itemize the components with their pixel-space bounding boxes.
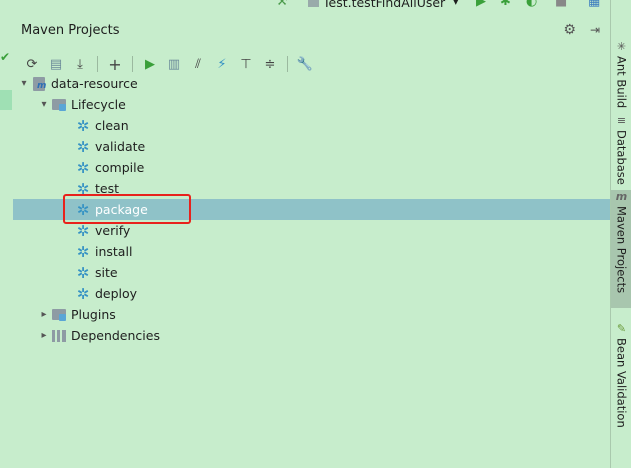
gear-icon: ✲ (76, 242, 90, 261)
lifecycle-item-label: verify (95, 223, 131, 238)
tab-maven-projects-label: Maven Projects (614, 206, 629, 294)
settings-wrench-icon[interactable]: 🔧 (294, 53, 316, 75)
chevron-down-icon[interactable]: ▾ (37, 99, 51, 110)
generate-sources-icon[interactable]: ▤ (45, 53, 67, 75)
lifecycle-item-label: deploy (95, 286, 138, 301)
chevron-down-icon[interactable]: ▾ (17, 78, 31, 89)
lifecycle-item-clean[interactable]: ✲ clean (13, 115, 610, 136)
run-toolbar: ⚒ Test.testFindAllUser ▾ ▶ ✱ ◐ ■ ▦ (0, 0, 631, 10)
coverage-icon[interactable]: ◐ (526, 0, 537, 10)
stop-icon[interactable]: ■ (555, 0, 567, 10)
ant-icon: ✳ (616, 40, 627, 53)
gear-icon: ✲ (76, 116, 90, 135)
tab-database[interactable]: ≡ Database (611, 114, 631, 185)
tree-row-plugins[interactable]: ▸ Plugins (13, 304, 610, 325)
lifecycle-item-package[interactable]: ✲ package (13, 199, 610, 220)
tab-ant-build-label: Ant Build (614, 56, 629, 109)
run-config-selector[interactable]: Test.testFindAllUser ▾ (308, 0, 458, 10)
chevron-right-icon[interactable]: ▸ (37, 330, 51, 341)
dependencies-icon (51, 328, 67, 344)
right-tool-strip: ✳ Ant Build ≡ Database m Maven Projects … (610, 0, 631, 468)
run-goal-icon[interactable]: ▶ (139, 53, 161, 75)
folder-icon (51, 97, 67, 113)
execute-goal-icon[interactable]: ▥ (163, 53, 185, 75)
run-config-icon (308, 0, 319, 7)
bean-icon: ✎ (616, 322, 627, 335)
skip-tests-icon[interactable]: ⚡ (211, 53, 233, 75)
run-config-label: Test.testFindAllUser (323, 0, 446, 10)
chevron-right-icon[interactable]: ▸ (37, 309, 51, 320)
tab-database-label: Database (614, 130, 629, 185)
lifecycle-item-verify[interactable]: ✲ verify (13, 220, 610, 241)
gear-icon: ✲ (76, 158, 90, 177)
hammer-icon[interactable]: ⚒ (276, 0, 288, 10)
toggle-offline-icon[interactable]: ⫽ (187, 53, 209, 75)
plugins-label: Plugins (71, 307, 116, 322)
gear-icon: ✲ (76, 221, 90, 240)
tab-ant-build[interactable]: ✳ Ant Build (611, 40, 631, 108)
chevron-down-icon: ▾ (453, 0, 459, 8)
lifecycle-item-label: validate (95, 139, 146, 154)
gear-icon: ✲ (76, 284, 90, 303)
gear-icon: ✲ (76, 137, 90, 156)
reimport-icon[interactable]: ⟳ (21, 53, 43, 75)
maven-tree: ▾ data-resource ▾ Lifecycle ✲ clean ✲ va… (13, 73, 610, 346)
maven-projects-panel: Maven Projects ⚙ ⇥ ⟳ ▤ ⤓ + ▶ ▥ ⫽ ⚡ ⊤ ≑ 🔧… (13, 10, 610, 468)
gear-icon: ✲ (76, 263, 90, 282)
settings-gear-icon[interactable]: ⚙ (563, 22, 576, 38)
tab-bean-validation[interactable]: ✎ Bean Validation (611, 322, 631, 428)
lifecycle-item-label: install (95, 244, 133, 259)
lifecycle-item-label: clean (95, 118, 129, 133)
lifecycle-item-label: site (95, 265, 118, 280)
debug-icon[interactable]: ✱ (500, 0, 511, 10)
project-structure-icon[interactable]: ▦ (588, 0, 600, 10)
folder-icon (51, 307, 67, 323)
download-icon[interactable]: ⤓ (69, 53, 91, 75)
run-icon[interactable]: ▶ (476, 0, 486, 10)
lifecycle-item-deploy[interactable]: ✲ deploy (13, 283, 610, 304)
lifecycle-label: Lifecycle (71, 97, 126, 112)
lifecycle-item-label: package (95, 202, 148, 217)
hide-panel-icon[interactable]: ⇥ (590, 23, 600, 37)
tab-bean-validation-label: Bean Validation (614, 338, 629, 428)
tab-maven-projects[interactable]: m Maven Projects (611, 190, 631, 308)
tree-row-lifecycle[interactable]: ▾ Lifecycle (13, 94, 610, 115)
database-icon: ≡ (616, 114, 627, 127)
maven-m-icon: m (615, 190, 628, 203)
lifecycle-item-validate[interactable]: ✲ validate (13, 136, 610, 157)
lifecycle-item-test[interactable]: ✲ test (13, 178, 610, 199)
lifecycle-item-install[interactable]: ✲ install (13, 241, 610, 262)
lifecycle-item-label: compile (95, 160, 145, 175)
project-label: data-resource (51, 76, 138, 91)
lifecycle-item-compile[interactable]: ✲ compile (13, 157, 610, 178)
lifecycle-item-site[interactable]: ✲ site (13, 262, 610, 283)
gutter-marker (0, 90, 12, 110)
maven-project-icon (31, 76, 47, 92)
panel-title: Maven Projects (21, 22, 120, 38)
show-dependencies-icon[interactable]: ⊤ (235, 53, 257, 75)
gear-icon: ✲ (76, 200, 90, 219)
gear-icon: ✲ (76, 179, 90, 198)
panel-header: Maven Projects ⚙ ⇥ (13, 10, 610, 50)
collapse-all-icon[interactable]: ≑ (259, 53, 281, 75)
tree-row-project[interactable]: ▾ data-resource (13, 73, 610, 94)
tree-row-dependencies[interactable]: ▸ Dependencies (13, 325, 610, 346)
left-gutter: ✔ (0, 10, 14, 468)
lifecycle-item-label: test (95, 181, 120, 196)
add-icon[interactable]: + (104, 53, 126, 75)
dependencies-label: Dependencies (71, 328, 160, 343)
check-icon: ✔ (0, 50, 11, 64)
